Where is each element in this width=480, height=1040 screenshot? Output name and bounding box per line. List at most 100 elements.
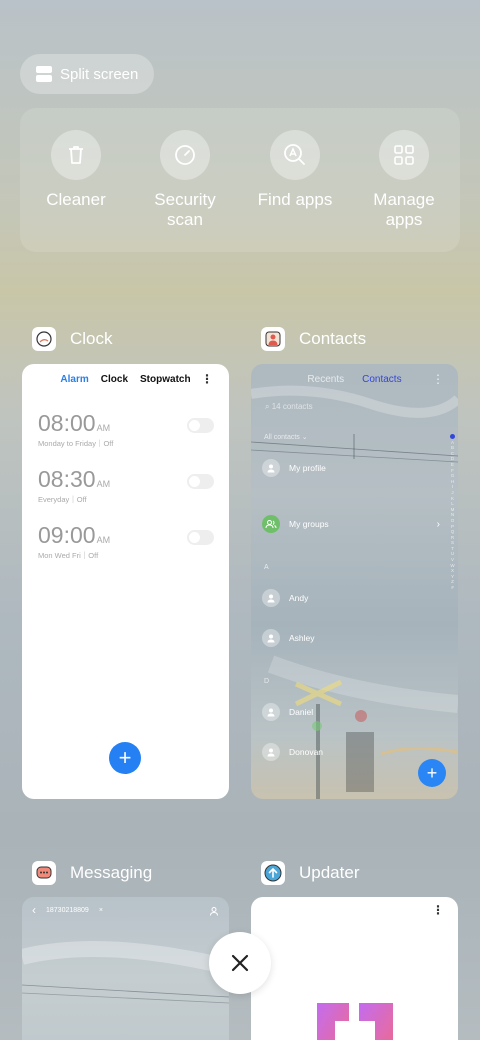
security-scan-button[interactable]: Security scan bbox=[135, 130, 235, 230]
close-all-button[interactable] bbox=[209, 932, 271, 994]
split-screen-button[interactable]: Split screen bbox=[20, 54, 154, 94]
find-apps-icon bbox=[270, 130, 320, 180]
alarm-toggle[interactable] bbox=[187, 474, 214, 489]
tab-stopwatch[interactable]: Stopwatch bbox=[140, 374, 191, 385]
contact-row[interactable]: Donovan bbox=[262, 743, 323, 761]
my-groups-row[interactable]: My groups bbox=[262, 515, 329, 533]
add-contact-button[interactable]: + bbox=[418, 759, 446, 787]
person-icon bbox=[262, 743, 280, 761]
chevron-right-icon: › bbox=[436, 519, 440, 530]
index-letter[interactable]: R bbox=[451, 535, 454, 540]
index-letter[interactable]: C bbox=[451, 451, 454, 456]
index-letter[interactable]: W bbox=[450, 563, 454, 568]
index-indicator bbox=[450, 434, 455, 439]
contact-row[interactable]: Andy bbox=[262, 589, 308, 607]
contact-row[interactable]: Ashley bbox=[262, 629, 315, 647]
index-letter[interactable]: L bbox=[451, 501, 454, 506]
index-letter[interactable]: D bbox=[451, 456, 454, 461]
contact-name: Daniel bbox=[289, 707, 314, 717]
clock-app-card[interactable]: Alarm Clock Stopwatch ⋮ 08:00AM Monday t… bbox=[22, 364, 229, 799]
manage-apps-button[interactable]: Manage apps bbox=[354, 130, 454, 230]
index-letter[interactable]: T bbox=[451, 546, 454, 551]
wallpaper-scene-graphic bbox=[251, 385, 458, 799]
index-letter[interactable]: G bbox=[451, 473, 455, 478]
alarm-ampm: AM bbox=[96, 423, 111, 433]
contacts-app-card[interactable]: Recents Contacts ⋮ ⌕ 14 contacts All con… bbox=[251, 364, 458, 799]
index-letter[interactable]: A bbox=[451, 440, 454, 445]
group-icon bbox=[262, 515, 280, 533]
index-letter[interactable]: O bbox=[451, 518, 455, 523]
index-letter[interactable]: B bbox=[451, 445, 454, 450]
quick-tools-panel: Cleaner Security scan Find apps Manage a… bbox=[20, 108, 460, 252]
index-letter[interactable]: # bbox=[451, 585, 454, 590]
index-letter[interactable]: Q bbox=[451, 529, 455, 534]
index-letter[interactable]: F bbox=[451, 468, 454, 473]
back-icon[interactable]: ‹ bbox=[32, 903, 36, 917]
person-icon[interactable] bbox=[209, 903, 219, 921]
add-alarm-button[interactable]: + bbox=[109, 742, 141, 774]
alarm-time: 08:00 bbox=[38, 410, 96, 436]
updater-app-header[interactable]: Updater bbox=[261, 860, 359, 886]
messaging-app-header[interactable]: Messaging bbox=[32, 860, 152, 886]
more-options-icon[interactable]: ⋮ bbox=[201, 372, 213, 386]
index-letter[interactable]: V bbox=[451, 557, 454, 562]
contacts-filter[interactable]: All contacts ⌄ bbox=[264, 433, 308, 441]
index-letter[interactable]: I bbox=[452, 484, 453, 489]
index-letter[interactable]: Z bbox=[451, 579, 454, 584]
index-letter[interactable]: P bbox=[451, 524, 454, 529]
alarm-toggle[interactable] bbox=[187, 418, 214, 433]
my-profile-row[interactable]: My profile bbox=[262, 459, 326, 477]
manage-apps-label: Manage apps bbox=[373, 190, 435, 229]
index-letter[interactable]: M bbox=[451, 507, 455, 512]
index-letter[interactable]: U bbox=[451, 551, 454, 556]
index-letter[interactable]: N bbox=[451, 512, 454, 517]
clock-app-icon bbox=[32, 327, 56, 351]
alarm-repeat: Monday to Friday｜Off bbox=[38, 439, 114, 448]
more-options-icon[interactable]: ⋮ bbox=[432, 903, 444, 917]
messaging-app-icon bbox=[32, 861, 56, 885]
find-apps-button[interactable]: Find apps bbox=[245, 130, 345, 210]
index-letter[interactable]: E bbox=[451, 462, 454, 467]
tab-clock[interactable]: Clock bbox=[101, 374, 128, 385]
index-letter[interactable]: Y bbox=[451, 574, 454, 579]
index-letter[interactable]: H bbox=[451, 479, 454, 484]
index-letter[interactable]: S bbox=[451, 540, 454, 545]
tab-contacts[interactable]: Contacts bbox=[362, 374, 401, 385]
alarm-ampm: AM bbox=[96, 535, 111, 545]
contacts-app-icon bbox=[261, 327, 285, 351]
trash-icon bbox=[51, 130, 101, 180]
index-letter[interactable]: X bbox=[451, 568, 454, 573]
alarm-item[interactable]: 09:00AM Mon Wed Fri｜Off bbox=[38, 522, 214, 562]
alarm-toggle[interactable] bbox=[187, 530, 214, 545]
split-screen-icon bbox=[36, 66, 52, 82]
updater-app-card[interactable]: ⋮ bbox=[251, 897, 458, 1040]
alphabet-index[interactable]: A B C D E F G H I J K L M N O P Q R S T U V W X Y Z # bbox=[450, 434, 455, 590]
alarm-time: 09:00 bbox=[38, 522, 96, 548]
alarm-item[interactable]: 08:30AM Everyday｜Off bbox=[38, 466, 214, 506]
contact-name: Donovan bbox=[289, 747, 324, 757]
alarm-item[interactable]: 08:00AM Monday to Friday｜Off bbox=[38, 410, 214, 450]
tab-recents[interactable]: Recents bbox=[307, 374, 344, 385]
more-options-icon[interactable]: ⋮ bbox=[432, 372, 444, 386]
index-letter[interactable]: J bbox=[451, 490, 453, 495]
clock-app-header[interactable]: Clock bbox=[32, 326, 113, 352]
manage-apps-icon bbox=[379, 130, 429, 180]
contact-name: Ashley bbox=[289, 633, 315, 643]
contact-row[interactable]: Daniel bbox=[262, 703, 313, 721]
security-scan-icon bbox=[160, 130, 210, 180]
messaging-app-title: Messaging bbox=[70, 863, 153, 882]
alarm-time: 08:30 bbox=[38, 466, 96, 492]
clear-icon[interactable]: × bbox=[99, 907, 103, 914]
index-letter[interactable]: K bbox=[451, 496, 454, 501]
close-icon bbox=[231, 954, 249, 972]
alarm-repeat: Mon Wed Fri｜Off bbox=[38, 551, 99, 560]
cleaner-button[interactable]: Cleaner bbox=[26, 130, 126, 210]
clock-app-title: Clock bbox=[70, 329, 113, 348]
contact-name: Andy bbox=[289, 593, 309, 603]
contacts-search-input[interactable]: ⌕ 14 contacts bbox=[265, 402, 313, 412]
contacts-app-header[interactable]: Contacts bbox=[261, 326, 366, 352]
section-header-a: A bbox=[264, 564, 269, 571]
split-screen-label: Split screen bbox=[60, 65, 139, 83]
messaging-app-card[interactable]: ‹ 18730218809 × bbox=[22, 897, 229, 1040]
tab-alarm[interactable]: Alarm bbox=[60, 374, 88, 385]
